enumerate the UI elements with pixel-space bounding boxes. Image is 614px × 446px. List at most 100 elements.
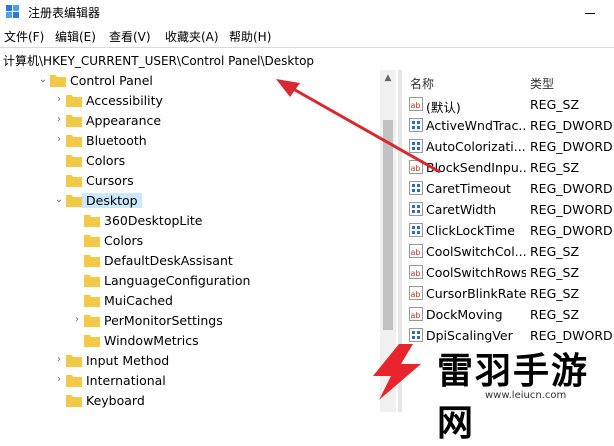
folder-icon [84,235,100,247]
folder-icon [66,115,82,127]
tree-node[interactable]: MuiCached [0,291,380,311]
minimize-button[interactable] [575,2,605,22]
binary-value-icon [409,202,423,216]
tree-node-label: Input Method [86,353,170,368]
binary-value-icon [409,223,423,237]
address-bar[interactable]: 计算机\HKEY_CURRENT_USER\Control Panel\Desk… [0,47,614,71]
watermark-logo-icon [373,344,421,400]
value-name: CoolSwitchCol... [426,244,526,259]
tree-node-label: International [86,373,166,388]
tree-node[interactable]: › Input Method [0,351,380,371]
tree-node-label: Bluetooth [86,133,147,148]
chevron-right-icon[interactable]: › [54,115,64,125]
menu-edit[interactable]: 编辑(E) [55,28,96,45]
value-row[interactable]: ab CoolSwitchRows REG_SZ [402,262,614,283]
value-row[interactable]: AutoColorizati... REG_DWORD [402,136,614,157]
value-row[interactable]: ab DockMoving REG_SZ [402,304,614,325]
scroll-thumb[interactable] [383,120,393,330]
tree-node[interactable]: › Accessibility [0,91,380,111]
tree-node[interactable]: Colors [0,151,380,171]
tree-node[interactable]: DefaultDeskAssisant [0,251,380,271]
tree-node[interactable]: Cursors [0,171,380,191]
value-type: REG_SZ [530,244,580,259]
tree-node[interactable]: › PerMonitorSettings [0,311,380,331]
tree-node-label: Colors [86,153,126,168]
chevron-down-icon[interactable]: ⌄ [54,195,64,205]
string-value-icon: ab [409,244,423,258]
value-type: REG_SZ [530,307,580,322]
value-type: REG_SZ [530,97,580,112]
binary-value-icon [409,139,423,153]
value-row[interactable]: ab BlockSendInpu... REG_SZ [402,157,614,178]
folder-icon [84,255,100,267]
folder-icon [84,215,100,227]
tree-node[interactable]: › Appearance [0,111,380,131]
value-row[interactable]: ab CoolSwitchCol... REG_SZ [402,241,614,262]
menu-file[interactable]: 文件(F) [4,28,44,45]
tree-node[interactable]: Keyboard [0,391,380,411]
tree-node-label: Colors [104,233,144,248]
folder-icon [84,295,100,307]
value-name: CaretWidth [426,202,497,217]
folder-icon [66,375,82,387]
value-type: REG_DWORD [530,118,613,133]
chevron-right-icon[interactable]: › [54,355,64,365]
folder-icon [84,315,100,327]
value-name: ActiveWndTrac... [426,118,526,133]
tree-node-label: Desktop [82,193,142,208]
value-name: ClickLockTime [426,223,515,238]
tree-node[interactable]: Colors [0,231,380,251]
chevron-right-icon[interactable]: › [54,95,64,105]
value-type: REG_DWORD [530,181,613,196]
chevron-down-icon[interactable]: ⌄ [38,75,48,85]
title-bar: 注册表编辑器 [0,0,614,24]
tree-node[interactable]: ⌄ Desktop [0,191,380,211]
chevron-right-icon[interactable]: › [54,375,64,385]
scroll-up-icon[interactable]: ▲ [380,70,396,86]
tree-node-label: Keyboard [86,393,145,408]
value-row[interactable]: CaretWidth REG_DWORD [402,199,614,220]
value-row[interactable]: CaretTimeout REG_DWORD [402,178,614,199]
tree-node[interactable]: WindowMetrics [0,331,380,351]
menu-help[interactable]: 帮助(H) [229,28,271,45]
svg-text:ab: ab [411,290,421,299]
chevron-right-icon[interactable]: › [72,315,82,325]
svg-text:ab: ab [411,248,421,257]
tree-node[interactable]: LanguageConfiguration [0,271,380,291]
tree-node-label: 360DesktopLite [104,213,203,228]
watermark-url: www.leiucn.com [485,390,567,401]
svg-text:ab: ab [411,164,421,173]
value-row[interactable]: ab (默认) REG_SZ [402,94,614,115]
string-value-icon: ab [409,286,423,300]
binary-value-icon [409,181,423,195]
folder-icon [66,95,82,107]
value-type: REG_DWORD [530,223,613,238]
tree-node[interactable]: 360DesktopLite [0,211,380,231]
menu-favorites[interactable]: 收藏夹(A) [165,28,219,45]
folder-icon [66,175,82,187]
folder-icon [66,195,82,207]
watermark: 雷羽手游网 www.leiucn.com [357,340,609,444]
column-header-name[interactable]: 名称 [410,75,434,92]
chevron-right-icon[interactable]: › [54,135,64,145]
key-tree: ⌄ Control Panel › Accessibility › Appearance ›… [0,70,398,412]
tree-node-label: LanguageConfiguration [104,273,251,288]
tree-node[interactable]: › Bluetooth [0,131,380,151]
folder-icon [84,275,100,287]
value-name: DockMoving [426,307,503,322]
tree-node-label: Appearance [86,113,162,128]
column-header-type[interactable]: 类型 [530,75,554,92]
folder-icon [50,75,66,87]
folder-icon [84,335,100,347]
value-row[interactable]: ab CursorBlinkRate REG_SZ [402,283,614,304]
menu-view[interactable]: 查看(V) [109,28,151,45]
registry-editor-icon [6,5,19,18]
address-path[interactable]: 计算机\HKEY_CURRENT_USER\Control Panel\Desk… [3,52,314,69]
svg-text:ab: ab [411,101,421,110]
tree-node[interactable]: ⌄ Control Panel [0,71,380,91]
value-row[interactable]: ClickLockTime REG_DWORD [402,220,614,241]
value-row[interactable]: ActiveWndTrac... REG_DWORD [402,115,614,136]
value-type: REG_SZ [530,286,580,301]
menu-bar: 文件(F) 编辑(E) 查看(V) 收藏夹(A) 帮助(H) [0,26,614,46]
tree-node[interactable]: › International [0,371,380,391]
